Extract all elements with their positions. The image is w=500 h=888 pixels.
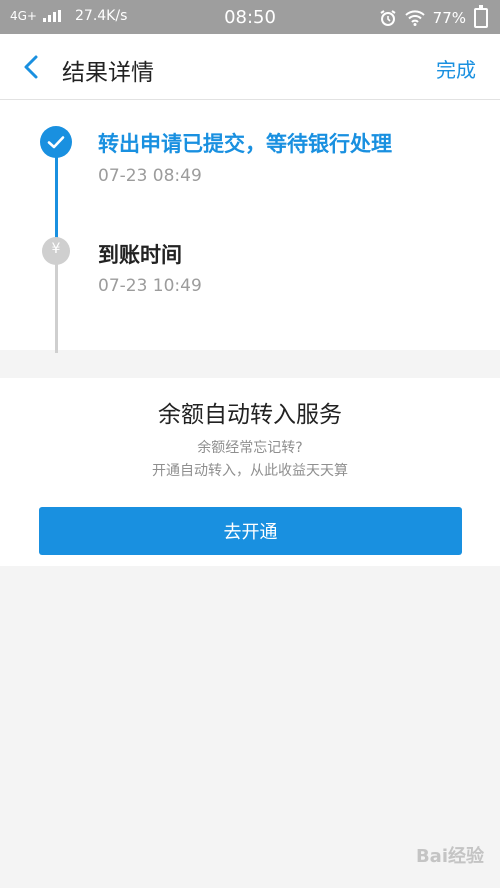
battery-percent: 77% [432,9,466,27]
back-button[interactable] [14,49,50,85]
wifi-icon [404,10,425,26]
step-2-time: 07-23 10:49 [98,276,202,296]
chevron-left-icon [24,55,38,79]
yuan-icon-text: ¥ [51,241,61,257]
timeline-card: 转出申请已提交，等待银行处理 07-23 08:49 到账时间 07-23 10… [0,100,500,353]
step-2-title: 到账时间 [98,243,182,267]
page-title: 结果详情 [62,60,154,86]
yuan-icon: ¥ [42,237,70,265]
open-service-button[interactable]: 去开通 [39,507,462,555]
promo-title: 余额自动转入服务 [158,402,342,428]
promo-line-2: 开通自动转入，从此收益天天算 [152,463,348,479]
alarm-icon [380,10,396,26]
timeline-remaining-line [55,250,58,353]
timeline-progress-line [55,144,58,250]
nav-bar: 结果详情 完成 [0,34,500,100]
baidu-watermark: Bai经验 [415,846,484,867]
status-right: 77% [379,5,488,28]
check-icon [40,126,72,158]
step-1-title: 转出申请已提交，等待银行处理 [98,132,392,156]
step-1-time: 07-23 08:49 [98,166,202,186]
done-button[interactable]: 完成 [436,54,476,83]
auto-transfer-card: 余额自动转入服务 余额经常忘记转? 开通自动转入，从此收益天天算 去开通 [0,378,500,566]
promo-line-1: 余额经常忘记转? [197,440,303,456]
status-bar: 4G+ 27.4K/s 08:50 77% [0,0,500,34]
battery-icon [474,5,488,28]
